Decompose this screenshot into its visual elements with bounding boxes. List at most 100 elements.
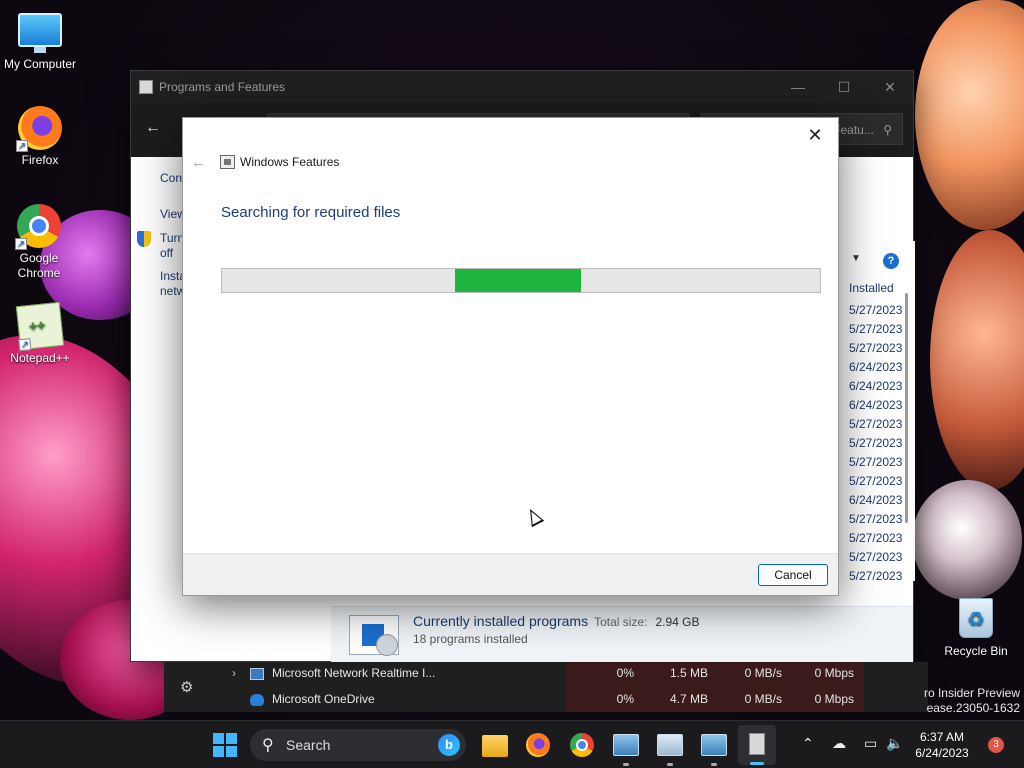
task-manager-taskbar-icon[interactable]: [657, 734, 683, 756]
process-memory: 1.5 MB: [669, 666, 708, 680]
windows-logo-icon: [226, 733, 237, 744]
progress-bar: [221, 268, 821, 293]
chrome-taskbar-icon[interactable]: [570, 733, 594, 757]
installed-date: 5/27/2023: [849, 550, 903, 564]
clock-time: 6:37 AM: [919, 730, 965, 744]
running-indicator: [711, 763, 717, 766]
file-explorer-icon[interactable]: [482, 735, 508, 757]
volume-icon[interactable]: 🔈: [886, 735, 903, 752]
installed-date: 5/27/2023: [849, 417, 903, 431]
recycle-bin-icon: [959, 598, 993, 638]
process-name: Microsoft Network Realtime I...: [272, 666, 436, 680]
desktop-icon-label: Google Chrome: [17, 251, 61, 280]
windows-logo-icon: [213, 746, 224, 757]
bing-icon[interactable]: b: [438, 734, 460, 756]
window-title: Programs and Features: [159, 80, 286, 94]
installed-date: 6/24/2023: [849, 379, 903, 393]
status-panel: Currently installed programs Total size: 2…: [331, 606, 913, 662]
process-network: 0 Mbps: [814, 666, 854, 680]
watermark-line: ease.23050-1632: [926, 701, 1020, 715]
clock[interactable]: 6:37 AM 6/24/2023: [904, 729, 980, 761]
control-panel-icon: [139, 80, 153, 94]
watermark-line: ro Insider Preview: [923, 686, 1020, 700]
windows-features-taskbar-icon: [749, 733, 765, 755]
left-link[interactable]: off: [160, 246, 173, 261]
installed-date: 5/27/2023: [849, 341, 903, 355]
scrollbar[interactable]: [905, 293, 908, 523]
desktop-icon-recycle-bin[interactable]: Recycle Bin: [936, 598, 1016, 658]
desktop-icon-firefox[interactable]: ↗ Firefox: [0, 106, 80, 167]
process-name: Microsoft OneDrive: [272, 692, 375, 706]
desktop-icon-notepad-plus-plus[interactable]: ↗ Notepad++: [0, 301, 80, 365]
minimize-button[interactable]: —: [775, 79, 821, 95]
process-network: 0 Mbps: [814, 692, 854, 706]
close-button[interactable]: ✕: [867, 79, 913, 96]
programs-icon: [349, 615, 399, 656]
dialog-title: Windows Features: [240, 155, 340, 169]
shortcut-arrow-icon: ↗: [16, 140, 28, 152]
installed-date: 5/27/2023: [849, 512, 903, 526]
onedrive-icon: [250, 694, 264, 706]
desktop-icon-my-computer[interactable]: My Computer: [0, 8, 80, 71]
windows-features-dialog: ✕ ← Windows Features Searching for requi…: [182, 117, 839, 596]
windows-logo-icon: [226, 746, 237, 757]
cloud-offline-icon[interactable]: ☁: [832, 735, 846, 752]
wallpaper-shape: [930, 230, 1024, 490]
total-size-label: Total size:: [594, 615, 648, 629]
firefox-taskbar-icon[interactable]: [526, 733, 550, 757]
view-dropdown-icon[interactable]: ▼: [851, 253, 861, 264]
process-cpu: 0%: [616, 666, 634, 680]
network-icon[interactable]: ▭: [864, 735, 877, 752]
notification-badge[interactable]: 3: [988, 737, 1004, 753]
chevron-up-icon[interactable]: ⌃: [802, 735, 814, 752]
installed-date: 6/24/2023: [849, 360, 903, 374]
installed-date: 5/27/2023: [849, 569, 903, 583]
shield-icon: [137, 231, 151, 247]
installed-on-column-header[interactable]: Installed: [849, 281, 894, 295]
firefox-icon: ↗: [16, 106, 62, 152]
control-panel-taskbar-icon[interactable]: [613, 734, 639, 756]
installed-date: 5/27/2023: [849, 474, 903, 488]
running-indicator: [623, 763, 629, 766]
running-indicator: [667, 763, 673, 766]
process-row[interactable]: Microsoft OneDrive 0% 4.7 MB 0 MB/s 0 Mb…: [164, 688, 928, 713]
search-icon: ⚲: [262, 737, 274, 754]
left-link[interactable]: Turn: [160, 231, 184, 246]
installed-date: 5/27/2023: [849, 436, 903, 450]
installed-date: 6/24/2023: [849, 398, 903, 412]
process-disk: 0 MB/s: [744, 666, 782, 680]
help-icon[interactable]: ?: [883, 253, 899, 269]
process-disk: 0 MB/s: [744, 692, 782, 706]
programs-count: 18 programs installed: [413, 632, 528, 646]
start-button[interactable]: [213, 733, 237, 757]
desktop-icon-label: My Computer: [3, 57, 77, 71]
windows-features-icon: [220, 155, 235, 169]
windows-features-taskbar-button[interactable]: [738, 725, 776, 765]
window-titlebar[interactable]: Programs and Features — ☐ ✕: [131, 71, 913, 103]
search-icon: ⚲: [883, 123, 892, 137]
taskbar: ⚲ Search b ⌃ ☁ ▭ 🔈 6:37 AM 6/24/2023 3: [0, 720, 1024, 768]
taskbar-search[interactable]: ⚲ Search b: [250, 729, 466, 761]
chevron-right-icon[interactable]: ›: [232, 666, 236, 680]
search-label: Search: [286, 737, 331, 753]
network-realtime-icon: [250, 668, 264, 680]
installed-date: 5/27/2023: [849, 455, 903, 469]
total-size-value: 2.94 GB: [655, 615, 700, 629]
monitor-icon: [18, 13, 62, 53]
process-row[interactable]: › Microsoft Network Realtime I... 0% 1.5…: [164, 662, 928, 687]
wallpaper-shape: [915, 0, 1024, 230]
back-arrow-icon[interactable]: ←: [145, 119, 161, 137]
maximize-button[interactable]: ☐: [821, 79, 867, 96]
shortcut-arrow-icon: ↗: [15, 238, 27, 250]
close-icon[interactable]: ✕: [800, 122, 830, 148]
build-watermark: ro Insider Preview ease.23050-1632: [924, 686, 1020, 716]
notepad-plus-plus-icon: ↗: [15, 301, 65, 352]
status-title: Currently installed programs: [413, 613, 589, 629]
remote-desktop-taskbar-icon[interactable]: [701, 734, 727, 756]
desktop-icon-google-chrome[interactable]: ↗ Google Chrome: [0, 204, 78, 281]
installed-date: 6/24/2023: [849, 493, 903, 507]
cancel-button[interactable]: Cancel: [758, 564, 828, 586]
task-manager-window: ⚙ › Microsoft Network Realtime I... 0% 1…: [164, 662, 928, 712]
installed-date: 5/27/2023: [849, 531, 903, 545]
active-indicator: [750, 762, 764, 765]
